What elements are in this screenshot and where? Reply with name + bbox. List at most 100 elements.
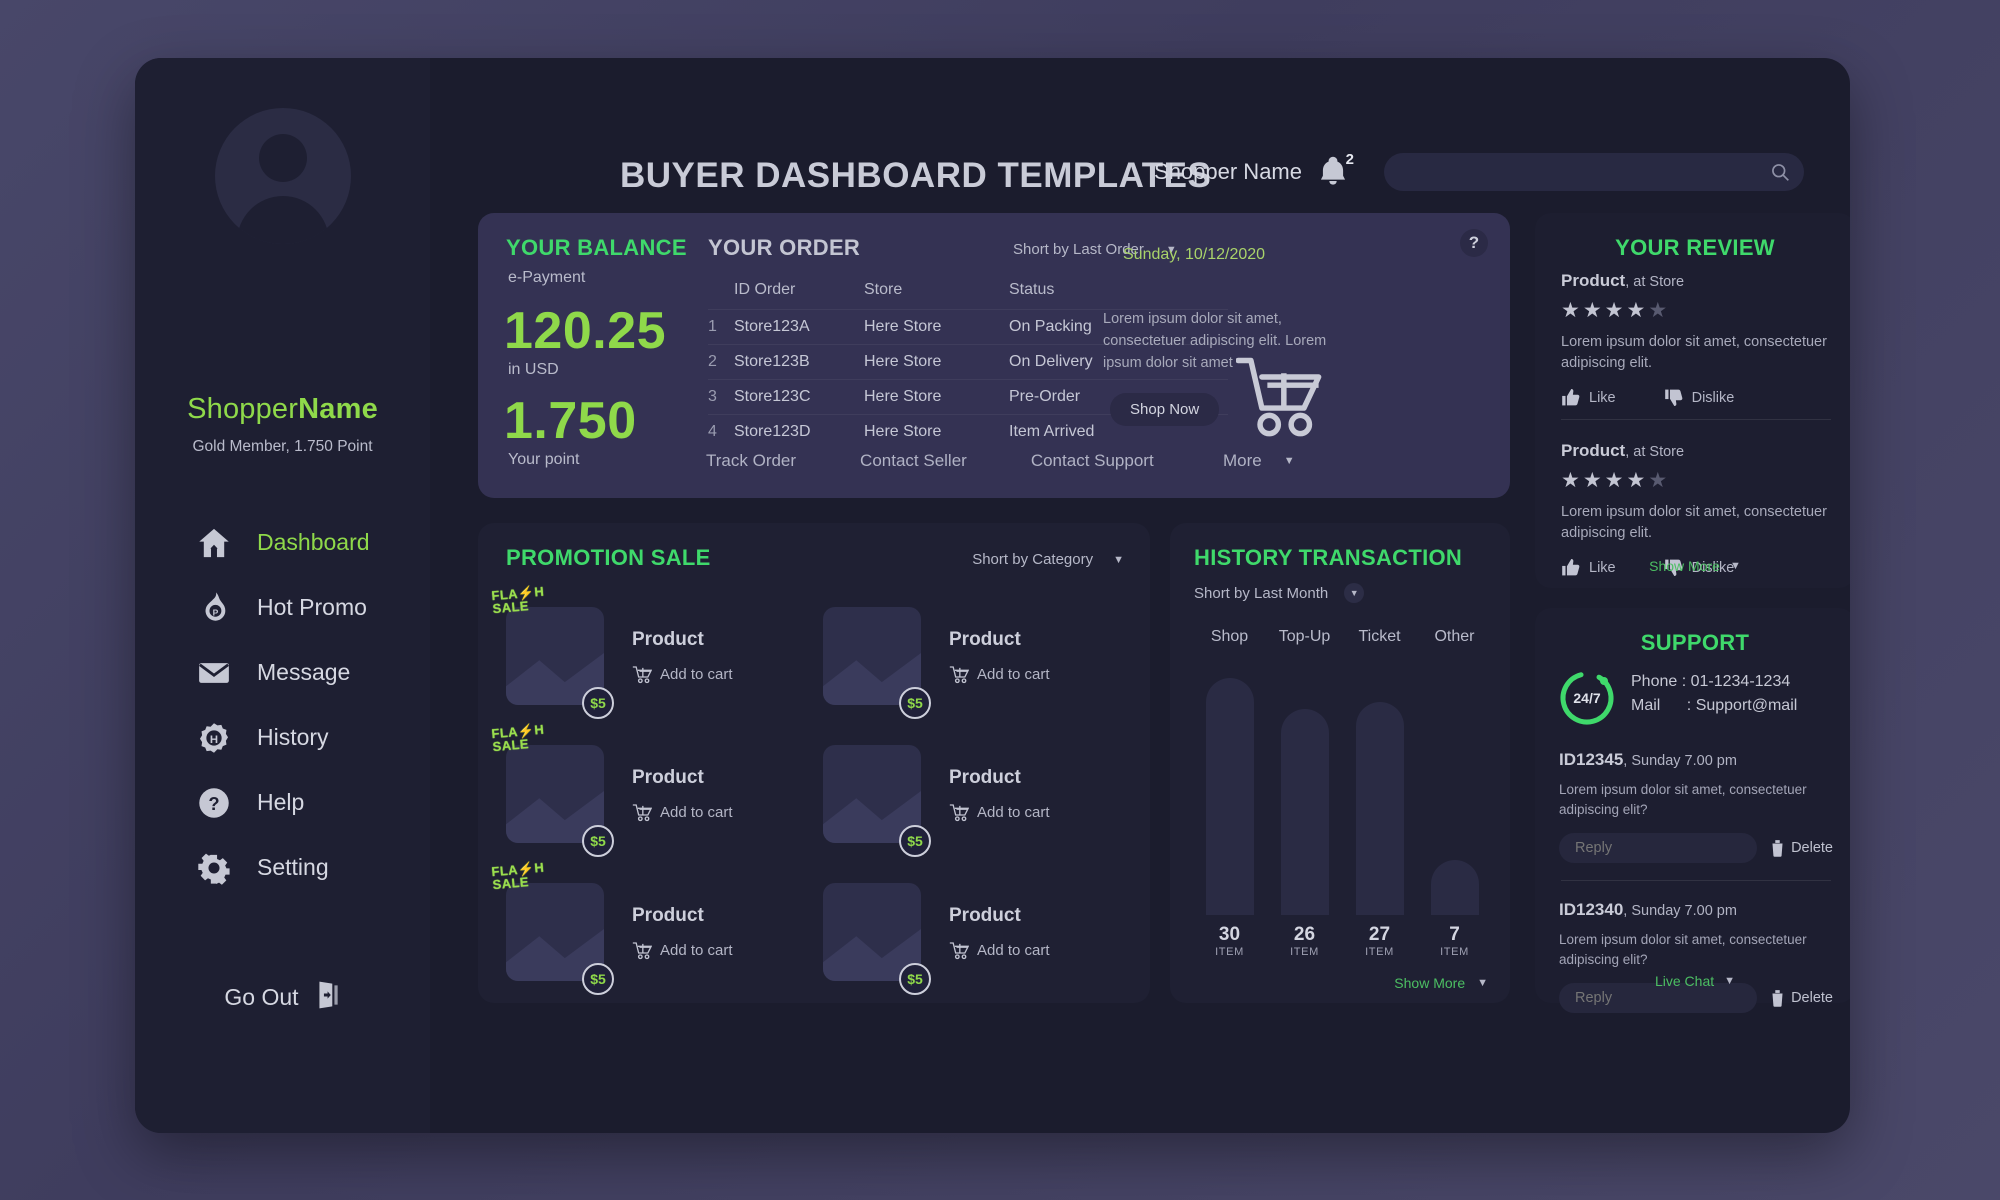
page-title: BUYER DASHBOARD TEMPLATES bbox=[620, 156, 1212, 195]
support-card: SUPPORT 24/7 Phone : 01-1234-1234 Mail :… bbox=[1535, 608, 1850, 1014]
like-button[interactable]: Like bbox=[1561, 388, 1616, 407]
history-show-more-label: Show More bbox=[1394, 975, 1466, 991]
delete-button[interactable]: Delete bbox=[1771, 839, 1833, 857]
chart-column: Top-Up 26 ITEM bbox=[1267, 628, 1342, 958]
product-card[interactable]: $5 Product Add to cart bbox=[823, 875, 1122, 995]
reply-input[interactable] bbox=[1575, 840, 1742, 857]
sidebar-item-hot-promo[interactable]: P Hot Promo bbox=[135, 575, 430, 640]
product-card[interactable]: $5 Product Add to cart bbox=[823, 599, 1122, 719]
help-icon[interactable]: ? bbox=[1460, 229, 1488, 257]
notifications-button[interactable]: 2 bbox=[1318, 151, 1354, 189]
support-availability-ring: 24/7 bbox=[1557, 668, 1617, 728]
ticket-text: Lorem ipsum dolor sit amet, consectetuer… bbox=[1559, 782, 1807, 817]
dashboard-window: ShopperName Gold Member, 1.750 Point Das… bbox=[135, 58, 1850, 1133]
chart-category-label: Shop bbox=[1210, 628, 1249, 645]
exit-door-icon bbox=[315, 980, 341, 1015]
column-header-store: Store bbox=[864, 281, 903, 298]
review-show-more-button[interactable]: Show More ▼ bbox=[1535, 558, 1850, 574]
history-icon: H bbox=[197, 721, 231, 755]
contact-support-link[interactable]: Contact Support bbox=[1031, 451, 1154, 471]
reply-input[interactable] bbox=[1575, 990, 1742, 1007]
bell-icon bbox=[1320, 156, 1346, 185]
add-to-cart-button[interactable]: Add to cart bbox=[949, 803, 1050, 822]
chevron-down-icon: ▼ bbox=[1724, 975, 1736, 987]
table-header-row: ID Order Store Status bbox=[708, 275, 1228, 310]
sidebar-item-message[interactable]: Message bbox=[135, 640, 430, 705]
cart-icon bbox=[949, 665, 969, 683]
contact-seller-link[interactable]: Contact Seller bbox=[860, 451, 967, 471]
search-input[interactable] bbox=[1398, 163, 1770, 181]
price-badge: $5 bbox=[899, 687, 931, 719]
add-to-cart-label: Add to cart bbox=[660, 803, 733, 821]
add-to-cart-button[interactable]: Add to cart bbox=[949, 665, 1050, 684]
add-to-cart-label: Add to cart bbox=[977, 941, 1050, 959]
order-more-button[interactable]: More ▼ bbox=[1223, 451, 1295, 471]
flame-icon: P bbox=[197, 591, 231, 625]
product-card[interactable]: FLA⚡H SALE $5 Product Add to cart bbox=[491, 584, 805, 719]
chart-category-label: Ticket bbox=[1358, 628, 1401, 645]
add-to-cart-button[interactable]: Add to cart bbox=[632, 665, 733, 684]
history-transaction-card: HISTORY TRANSACTION Short by Last Month … bbox=[1170, 523, 1510, 1003]
avatar[interactable] bbox=[214, 108, 351, 244]
sidebar-item-label: Help bbox=[257, 789, 305, 815]
sidebar-item-label: Dashboard bbox=[257, 529, 370, 555]
product-info: Product Add to cart bbox=[949, 629, 1050, 684]
chart-value-unit: ITEM bbox=[1290, 946, 1319, 958]
sidebar-item-setting[interactable]: Setting bbox=[135, 835, 430, 900]
chart-bar bbox=[1355, 701, 1404, 915]
cart-icon bbox=[632, 665, 652, 683]
envelope-icon bbox=[197, 656, 231, 690]
promotion-sale-card: PROMOTION SALE Short by Category ▼ FLA⚡H… bbox=[478, 523, 1150, 1003]
add-to-cart-label: Add to cart bbox=[660, 941, 733, 959]
review-title: YOUR REVIEW bbox=[1615, 235, 1775, 260]
cell-store: Here Store bbox=[864, 414, 1009, 449]
cell-id: Store123C bbox=[734, 379, 864, 415]
column-header-id: ID Order bbox=[734, 281, 796, 298]
flash-sale-badge: FLA⚡H SALE bbox=[490, 859, 545, 893]
sidebar-item-help[interactable]: ? Help bbox=[135, 770, 430, 835]
sidebar-item-history[interactable]: H History bbox=[135, 705, 430, 770]
product-name: Product bbox=[949, 904, 1021, 926]
column-header-status: Status bbox=[1009, 281, 1055, 298]
live-chat-button[interactable]: Live Chat ▼ bbox=[1535, 973, 1850, 989]
add-to-cart-button[interactable]: Add to cart bbox=[632, 803, 733, 822]
promotion-sort-dropdown[interactable]: Short by Category ▼ bbox=[972, 551, 1124, 568]
dislike-button[interactable]: Dislike bbox=[1664, 388, 1734, 407]
add-to-cart-label: Add to cart bbox=[977, 803, 1050, 821]
chevron-down-icon: ▼ bbox=[1729, 560, 1741, 572]
product-card[interactable]: FLA⚡H SALE $5 Product Add to cart bbox=[491, 860, 805, 995]
review-product-line: Product, at Store bbox=[1561, 271, 1831, 291]
search-box[interactable] bbox=[1384, 153, 1804, 191]
logout-button[interactable]: Go Out bbox=[135, 980, 430, 1015]
chart-bar bbox=[1280, 709, 1329, 915]
product-name: Product bbox=[632, 904, 704, 926]
delete-button[interactable]: Delete bbox=[1771, 989, 1833, 1007]
add-to-cart-button[interactable]: Add to cart bbox=[949, 941, 1050, 960]
history-title: HISTORY TRANSACTION bbox=[1194, 545, 1463, 570]
ticket-time: , Sunday 7.00 pm bbox=[1623, 753, 1737, 769]
svg-text:P: P bbox=[213, 607, 219, 617]
review-entry: Product, at Store ★★★★★ Lorem ipsum dolo… bbox=[1561, 271, 1831, 407]
reply-field[interactable] bbox=[1559, 833, 1758, 864]
ticket-time: , Sunday 7.00 pm bbox=[1623, 903, 1737, 919]
balance-epayment-label: e-Payment bbox=[508, 269, 586, 286]
header-right: Shopper Name 2 bbox=[1154, 151, 1804, 191]
product-card[interactable]: $5 Product Add to cart bbox=[823, 737, 1122, 857]
chart-category-label: Other bbox=[1434, 628, 1475, 645]
user-name-last: Name bbox=[298, 393, 378, 425]
history-sort-dropdown[interactable]: Short by Last Month ▼ bbox=[1194, 583, 1365, 603]
sidebar-item-label: Hot Promo bbox=[257, 594, 367, 620]
add-to-cart-button[interactable]: Add to cart bbox=[632, 941, 733, 960]
star-icon: ★ bbox=[1561, 469, 1583, 492]
star-rating[interactable]: ★★★★★ bbox=[1561, 468, 1831, 493]
chart-value: 26 bbox=[1293, 924, 1316, 945]
sidebar: ShopperName Gold Member, 1.750 Point Das… bbox=[135, 58, 430, 1133]
sidebar-item-dashboard[interactable]: Dashboard bbox=[135, 510, 430, 575]
star-icon: ★ bbox=[1626, 469, 1649, 492]
history-show-more-button[interactable]: Show More ▼ bbox=[1394, 975, 1488, 991]
shop-now-button[interactable]: Shop Now bbox=[1110, 393, 1220, 426]
price-badge: $5 bbox=[582, 687, 614, 719]
track-order-link[interactable]: Track Order bbox=[706, 451, 796, 471]
product-card[interactable]: FLA⚡H SALE $5 Product Add to cart bbox=[491, 722, 805, 857]
star-rating[interactable]: ★★★★★ bbox=[1561, 298, 1831, 323]
